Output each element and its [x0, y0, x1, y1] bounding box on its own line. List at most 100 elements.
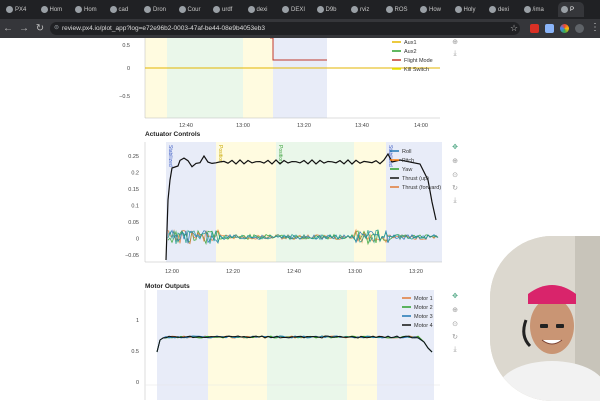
- mode-band: [157, 290, 208, 400]
- tab-favicon: [109, 6, 117, 13]
- browser-tab[interactable]: Hom: [75, 2, 105, 17]
- ytick-label: 0.25: [128, 154, 139, 160]
- url-field[interactable]: ⊜ review.px4.io/plot_app?log=e72e96b2-00…: [50, 22, 520, 35]
- ytick-label: 0.5: [122, 43, 130, 49]
- motor-outputs-title: Motor Outputs: [145, 283, 190, 290]
- tab-label: D9b: [325, 6, 337, 13]
- zoom-icon[interactable]: ⊕: [450, 306, 460, 314]
- legend-item: Pitch: [402, 158, 414, 164]
- legend-item: Flight Mode: [404, 58, 433, 64]
- zoom-icon[interactable]: ⊕: [450, 38, 460, 46]
- browser-tab[interactable]: ROS: [385, 2, 416, 17]
- legend-item: Motor 4: [414, 323, 433, 329]
- ytick-label: 0.1: [131, 204, 139, 210]
- reset-icon[interactable]: ↻: [450, 184, 460, 192]
- save-icon[interactable]: ⤓: [450, 197, 460, 205]
- tab-favicon: [40, 6, 48, 13]
- browser-tab[interactable]: dexi: [489, 2, 519, 17]
- browser-tab[interactable]: dexi: [247, 2, 278, 17]
- tab-label: How: [429, 6, 442, 13]
- legend-item: Thrust (up): [402, 176, 429, 182]
- xtick-label: 13:20: [297, 123, 311, 129]
- reset-icon[interactable]: ↻: [450, 333, 460, 341]
- xtick-label: 12:00: [165, 269, 179, 275]
- legend-item: Motor 3: [414, 314, 433, 320]
- browser-tab[interactable]: cad: [109, 2, 140, 17]
- site-info-icon[interactable]: ⊜: [54, 22, 59, 35]
- tab-label: PX4: [15, 6, 27, 13]
- move-icon[interactable]: ✥: [450, 143, 460, 151]
- reload-button[interactable]: ↻: [32, 23, 48, 34]
- tab-favicon: [523, 6, 531, 13]
- ytick-label: 1: [136, 318, 139, 324]
- top-plot: 0.5 0 −0.5 12:40 13:00 13:20 13:40 14:00…: [119, 38, 440, 129]
- ytick-label: 0.2: [131, 171, 139, 177]
- legend-item: Kill Switch: [404, 67, 429, 73]
- legend-item: Motor 2: [414, 305, 433, 311]
- browser-tab[interactable]: D9b: [316, 2, 347, 17]
- tab-favicon: [213, 6, 220, 13]
- tab-favicon: [561, 6, 568, 13]
- xtick-label: 12:40: [179, 123, 193, 129]
- browser-tab[interactable]: DEXI: [282, 2, 312, 17]
- browser-tab[interactable]: /ima: [523, 2, 554, 17]
- xtick-label: 13:20: [409, 269, 423, 275]
- save-icon[interactable]: ⤓: [450, 346, 460, 354]
- zoom-icon[interactable]: ⊕: [450, 157, 460, 165]
- mode-band: [273, 38, 327, 118]
- tab-strip: PX4 Hom Hom cad Dron Cour urdf dexi DEXI D9b rviz R…: [0, 0, 600, 19]
- tab-label: /ima: [532, 6, 544, 13]
- mode-band: [267, 290, 347, 400]
- mode-label: Position: [277, 145, 283, 163]
- ytick-label: 0: [127, 66, 130, 72]
- xtick-label: 13:00: [348, 269, 362, 275]
- browser-tab[interactable]: Holy: [454, 2, 485, 17]
- actuator-controls-title: Actuator Controls: [145, 131, 201, 138]
- legend-item: Thrust (forward): [402, 185, 441, 191]
- legend-item: Aux1: [404, 40, 417, 46]
- mode-band: [208, 290, 267, 400]
- tab-favicon: [247, 6, 255, 13]
- forward-button[interactable]: →: [16, 23, 32, 34]
- extension-icon[interactable]: [560, 24, 569, 33]
- tab-label: dexi: [498, 6, 510, 13]
- mode-band: [216, 142, 276, 262]
- profile-avatar[interactable]: [575, 24, 584, 33]
- tab-favicon: [6, 6, 13, 13]
- mode-band: [276, 142, 354, 262]
- browser-tab[interactable]: urdf: [213, 2, 243, 17]
- tab-label: cad: [118, 6, 129, 13]
- wheel-zoom-icon[interactable]: ⊙: [450, 171, 460, 179]
- tab-favicon: [75, 6, 82, 13]
- extension-icon[interactable]: [530, 24, 539, 33]
- mode-band: [167, 38, 243, 118]
- tab-favicon: [489, 6, 496, 13]
- tab-label: P: [570, 6, 575, 13]
- save-icon[interactable]: ⤓: [450, 50, 460, 58]
- tab-favicon: [420, 6, 427, 13]
- browser-tab[interactable]: Hom: [40, 2, 71, 17]
- mode-band: [347, 290, 377, 400]
- browser-tab[interactable]: PX4: [6, 2, 36, 17]
- xtick-label: 13:40: [355, 123, 369, 129]
- tab-favicon: [385, 6, 393, 13]
- plot-area: [144, 290, 440, 400]
- tab-favicon: [282, 6, 289, 13]
- bookmark-star-icon[interactable]: ☆: [510, 23, 518, 34]
- wheel-zoom-icon[interactable]: ⊙: [450, 320, 460, 328]
- back-button[interactable]: ←: [0, 23, 16, 34]
- tab-favicon: [351, 6, 358, 13]
- browser-tab[interactable]: P: [558, 2, 584, 17]
- ytick-label: 0.5: [131, 349, 139, 355]
- ytick-label: 0.05: [128, 220, 139, 226]
- move-icon[interactable]: ✥: [450, 292, 460, 300]
- browser-tab[interactable]: Dron: [144, 2, 174, 17]
- browser-tab[interactable]: Cour: [178, 2, 209, 17]
- legend-item: Motor 1: [414, 296, 433, 302]
- browser-menu-button[interactable]: ⋮: [590, 22, 600, 33]
- browser-tab[interactable]: rviz: [351, 2, 381, 17]
- extension-icon[interactable]: [545, 24, 554, 33]
- tab-favicon: [178, 6, 186, 13]
- browser-tab[interactable]: How: [420, 2, 450, 17]
- tab-label: urdf: [222, 6, 233, 13]
